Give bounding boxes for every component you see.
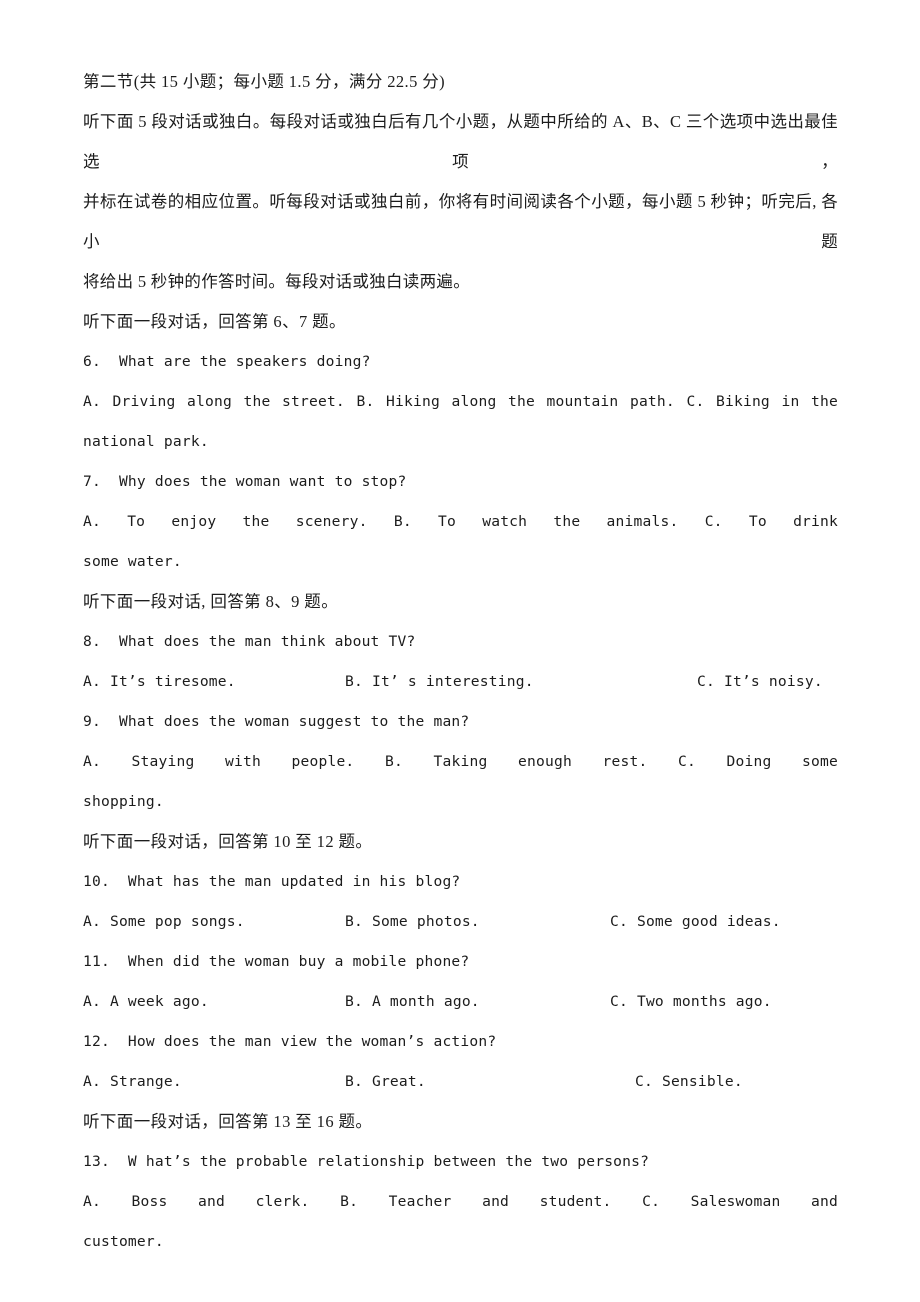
option-11-b[interactable]: B. A month ago. — [345, 982, 480, 1022]
question-stem-7: 7. Why does the woman want to stop? — [83, 473, 407, 490]
option-6-a[interactable]: A. Driving along the street. — [83, 393, 345, 410]
option-6-c[interactable]: C. Biking in the — [686, 393, 838, 410]
option-13-b[interactable]: B. Teacher and student. — [340, 1193, 611, 1210]
option-11-c[interactable]: C. Two months ago. — [610, 982, 772, 1022]
question-stem-10: 10. What has the man updated in his blog… — [83, 873, 461, 890]
option-13-c[interactable]: C. Saleswoman and — [642, 1193, 838, 1210]
group-lead-in-2: 听下面一段对话, 回答第 8、9 题。 — [83, 592, 339, 611]
group-lead-in-1: 听下面一段对话，回答第 6、7 题。 — [83, 312, 346, 331]
option-6-c-wrap: national park. — [83, 433, 209, 450]
option-10-c[interactable]: C. Some good ideas. — [610, 902, 781, 942]
section-heading: 第二节(共 15 小题；每小题 1.5 分，满分 22.5 分) — [83, 72, 446, 91]
question-stem-11: 11. When did the woman buy a mobile phon… — [83, 953, 470, 970]
question-stem-8: 8. What does the man think about TV? — [83, 633, 416, 650]
options-row-11: A. A week ago. B. A month ago. C. Two mo… — [83, 982, 838, 1022]
options-row-9: A. Staying with people. B. Taking enough… — [83, 742, 838, 782]
group-lead-in-3: 听下面一段对话，回答第 10 至 12 题。 — [83, 832, 373, 851]
option-9-b[interactable]: B. Taking enough rest. — [385, 753, 647, 770]
option-7-b[interactable]: B. To watch the animals. — [394, 513, 679, 530]
option-13-c-wrap: customer. — [83, 1233, 164, 1250]
group-lead-in-4: 听下面一段对话，回答第 13 至 16 题。 — [83, 1112, 373, 1131]
question-stem-13: 13. W hat’s the probable relationship be… — [83, 1153, 650, 1170]
options-row-6: A. Driving along the street. B. Hiking a… — [83, 382, 838, 422]
question-stem-9: 9. What does the woman suggest to the ma… — [83, 713, 470, 730]
option-7-a[interactable]: A. To enjoy the scenery. — [83, 513, 368, 530]
options-row-8: A. It’s tiresome. B. It’ s interesting. … — [83, 662, 838, 702]
question-stem-12: 12. How does the man view the woman’s ac… — [83, 1033, 497, 1050]
option-7-c-wrap: some water. — [83, 553, 182, 570]
option-12-c[interactable]: C. Sensible. — [635, 1062, 743, 1102]
option-9-a[interactable]: A. Staying with people. — [83, 753, 354, 770]
options-row-13: A. Boss and clerk. B. Teacher and studen… — [83, 1182, 838, 1222]
options-row-12: A. Strange. B. Great. C. Sensible. — [83, 1062, 838, 1102]
option-13-a[interactable]: A. Boss and clerk. — [83, 1193, 310, 1210]
option-9-c-wrap: shopping. — [83, 793, 164, 810]
option-8-b[interactable]: B. It’ s interesting. — [345, 662, 534, 702]
option-12-a[interactable]: A. Strange. — [83, 1062, 182, 1102]
options-row-10: A. Some pop songs. B. Some photos. C. So… — [83, 902, 838, 942]
option-8-c[interactable]: C. It’s noisy. — [697, 662, 823, 702]
option-6-b[interactable]: B. Hiking along the mountain path. — [356, 393, 674, 410]
question-stem-6: 6. What are the speakers doing? — [83, 353, 371, 370]
option-7-c[interactable]: C. To drink — [705, 513, 838, 530]
options-row-7: A. To enjoy the scenery. B. To watch the… — [83, 502, 838, 542]
option-11-a[interactable]: A. A week ago. — [83, 982, 209, 1022]
directions-line-1: 听下面 5 段对话或独白。每段对话或独白后有几个小题，从题中所给的 A、B、C … — [83, 112, 838, 171]
option-10-a[interactable]: A. Some pop songs. — [83, 902, 245, 942]
option-12-b[interactable]: B. Great. — [345, 1062, 426, 1102]
option-9-c[interactable]: C. Doing some — [678, 753, 838, 770]
directions-line-3: 将给出 5 秒钟的作答时间。每段对话或独白读两遍。 — [83, 272, 470, 291]
directions-line-2: 并标在试卷的相应位置。听每段对话或独白前，你将有时间阅读各个小题，每小题 5 秒… — [83, 192, 838, 251]
option-8-a[interactable]: A. It’s tiresome. — [83, 662, 236, 702]
option-10-b[interactable]: B. Some photos. — [345, 902, 480, 942]
exam-page: 第二节(共 15 小题；每小题 1.5 分，满分 22.5 分) 听下面 5 段… — [0, 0, 920, 1302]
